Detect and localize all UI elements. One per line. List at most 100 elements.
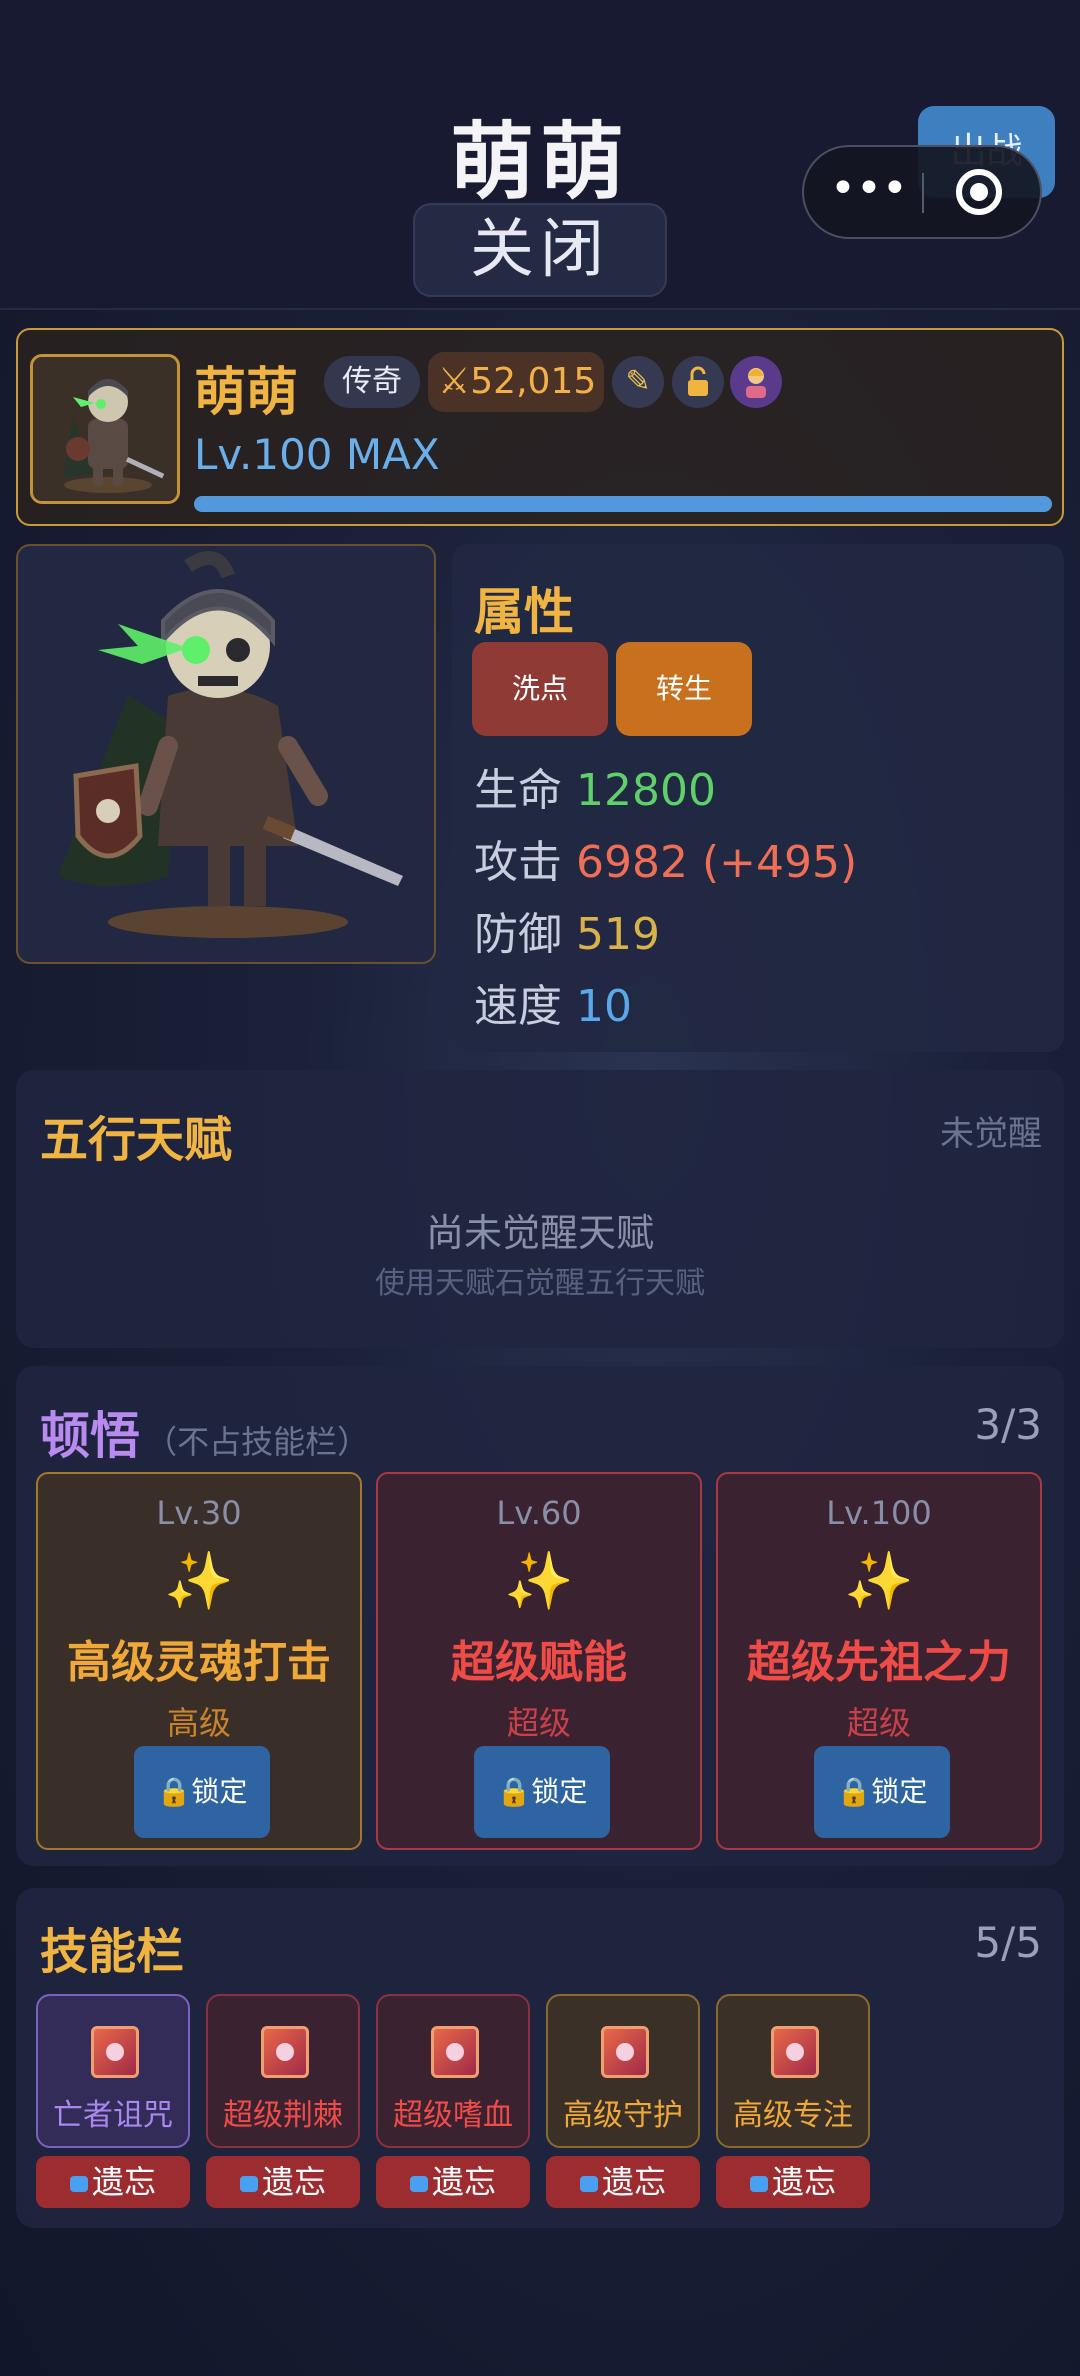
card-grade: 高级 [166, 1704, 231, 1742]
hero-name: 萌萌 [194, 363, 299, 423]
video-ad-icon [69, 2176, 88, 2192]
more-icon[interactable]: ••• [830, 147, 908, 237]
combat-power-value: 52,015 [470, 361, 597, 402]
lock-icon: 🔒 [496, 1775, 532, 1808]
enlightenment-subtitle: （不占技能栏） [145, 1423, 370, 1461]
lock-icon[interactable] [672, 356, 724, 408]
pencil-icon[interactable]: ✎ [612, 356, 664, 408]
close-button[interactable]: 关闭 [413, 203, 667, 297]
talent-empty-title: 尚未觉醒天赋 [425, 1211, 654, 1255]
card-skill-name: 超级先祖之力 [747, 1637, 1011, 1688]
skill-book-icon [771, 2026, 819, 2078]
stat-label: 防御 [474, 909, 562, 960]
talent-status: 未觉醒 [940, 1114, 1042, 1154]
sparkle-icon: ✨ [844, 1549, 914, 1614]
stat-value: 12800 [576, 765, 716, 816]
video-ad-icon [579, 2176, 598, 2192]
attributes-panel: 属性 洗点 转生 生命 12800 攻击 6982 (+495) 防御 519 … [452, 544, 1064, 1052]
video-ad-icon [749, 2176, 768, 2192]
stat-hp: 生命 12800 [474, 754, 716, 818]
lock-label: 锁定 [871, 1775, 928, 1808]
skill-bar-count: 5/5 [974, 1918, 1042, 1967]
sparkle-icon: ✨ [504, 1549, 574, 1614]
skill-slot[interactable]: 高级守护 [546, 1994, 700, 2148]
skill-bar-title: 技能栏 [40, 1924, 185, 1980]
forget-label: 遗忘 [431, 2163, 496, 2201]
stat-value: 10 [576, 981, 632, 1032]
trainer-icon[interactable] [730, 356, 782, 408]
skill-slot[interactable]: 亡者诅咒 [36, 1994, 190, 2148]
forget-label: 遗忘 [771, 2163, 836, 2201]
video-ad-icon [409, 2176, 428, 2192]
forget-label: 遗忘 [601, 2163, 666, 2201]
talent-empty-hint: 使用天赋石觉醒五行天赋 [375, 1266, 705, 1301]
forget-label: 遗忘 [91, 2163, 156, 2201]
stat-value: 6982 (+495) [576, 837, 858, 888]
skill-slot[interactable]: 超级嗜血 [376, 1994, 530, 2148]
skill-name: 亡者诅咒 [53, 2098, 173, 2133]
forget-label: 遗忘 [261, 2163, 326, 2201]
hero-avatar[interactable] [30, 354, 180, 504]
lock-button[interactable]: 🔒锁定 [814, 1746, 950, 1838]
stat-label: 速度 [474, 981, 562, 1032]
capsule-divider [922, 173, 924, 213]
hero-summary-card: 萌萌 传奇 ⚔52,015 ✎ Lv.100 MAX [16, 328, 1064, 526]
lock-button[interactable]: 🔒锁定 [474, 1746, 610, 1838]
skill-slot[interactable]: 超级荆棘 [206, 1994, 360, 2148]
skill-book-icon [431, 2026, 479, 2078]
card-skill-name: 高级灵魂打击 [67, 1637, 331, 1688]
skill-name: 高级专注 [733, 2098, 853, 2133]
enlightenment-card[interactable]: Lv.100 ✨ 超级先祖之力 超级 🔒锁定 [716, 1472, 1042, 1850]
card-skill-name: 超级赋能 [451, 1637, 627, 1688]
forget-button[interactable]: 遗忘 [546, 2156, 700, 2208]
lock-button[interactable]: 🔒锁定 [134, 1746, 270, 1838]
hero-level: Lv.100 MAX [194, 430, 440, 479]
reset-points-button[interactable]: 洗点 [472, 642, 608, 736]
stat-speed: 速度 10 [474, 970, 632, 1034]
skill-name: 高级守护 [563, 2098, 683, 2133]
card-level: Lv.60 [496, 1494, 582, 1532]
skeleton-knight-illustration [58, 551, 403, 938]
skill-book-icon [261, 2026, 309, 2078]
lock-label: 锁定 [191, 1775, 248, 1808]
talent-title: 五行天赋 [40, 1112, 233, 1168]
talent-panel: 五行天赋 未觉醒 尚未觉醒天赋 使用天赋石觉醒五行天赋 [16, 1070, 1064, 1348]
level-progress-bar [194, 496, 1052, 512]
skill-name: 超级荆棘 [223, 2098, 343, 2133]
forget-button[interactable]: 遗忘 [716, 2156, 870, 2208]
lock-label: 锁定 [531, 1775, 588, 1808]
enlightenment-title: 顿悟 [40, 1407, 140, 1465]
stat-value: 519 [576, 909, 660, 960]
stat-label: 攻击 [474, 837, 562, 888]
stat-attack: 攻击 6982 (+495) [474, 826, 857, 890]
forget-button[interactable]: 遗忘 [376, 2156, 530, 2208]
enlightenment-card[interactable]: Lv.30 ✨ 高级灵魂打击 高级 🔒锁定 [36, 1472, 362, 1850]
stat-label: 生命 [474, 765, 562, 816]
lock-icon: 🔒 [836, 1775, 872, 1808]
card-level: Lv.30 [156, 1494, 242, 1532]
sparkle-icon: ✨ [164, 1549, 234, 1614]
lock-icon: 🔒 [156, 1775, 192, 1808]
enlightenment-card[interactable]: Lv.60 ✨ 超级赋能 超级 🔒锁定 [376, 1472, 702, 1850]
combat-power-badge: ⚔52,015 [428, 352, 604, 412]
card-level: Lv.100 [826, 1494, 932, 1532]
video-ad-icon [239, 2176, 258, 2192]
hero-portrait [16, 544, 436, 964]
crossed-swords-icon: ⚔ [438, 361, 471, 402]
forget-button[interactable]: 遗忘 [206, 2156, 360, 2208]
enlightenment-header: 顿悟 （不占技能栏） [40, 1396, 369, 1468]
close-miniprogram-icon[interactable] [956, 169, 1002, 215]
card-grade: 超级 [846, 1704, 911, 1742]
stat-defense: 防御 519 [474, 898, 660, 962]
card-grade: 超级 [506, 1704, 571, 1742]
skill-slot[interactable]: 高级专注 [716, 1994, 870, 2148]
rarity-badge: 传奇 [324, 356, 420, 408]
forget-button[interactable]: 遗忘 [36, 2156, 190, 2208]
attributes-title: 属性 [474, 583, 574, 641]
skill-book-icon [601, 2026, 649, 2078]
skill-name: 超级嗜血 [393, 2098, 513, 2133]
skill-book-icon [91, 2026, 139, 2078]
skeleton-knight-icon [33, 357, 177, 501]
rebirth-button[interactable]: 转生 [616, 642, 752, 736]
enlightenment-count: 3/3 [974, 1400, 1042, 1449]
